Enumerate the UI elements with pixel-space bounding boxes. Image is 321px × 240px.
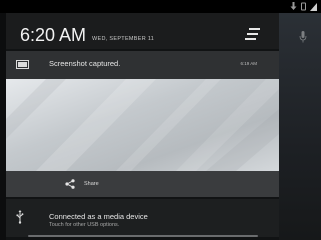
- clock-date: WED, SEPTEMBER 11: [92, 36, 155, 42]
- usb-notification[interactable]: Connected as a media device Touch for ot…: [6, 199, 279, 237]
- home-screen-backdrop: [279, 13, 321, 240]
- share-label: Share: [84, 181, 99, 187]
- notification-time: 6:19 AM: [240, 61, 257, 66]
- quick-settings-icon[interactable]: [245, 27, 261, 41]
- status-icons: [290, 1, 317, 12]
- usb-notification-title: Connected as a media device: [49, 212, 148, 221]
- usb-notification-subtitle: Touch for other USB options.: [49, 222, 120, 228]
- screenshot-preview[interactable]: [6, 79, 279, 171]
- download-icon: [290, 2, 297, 10]
- usb-icon: [16, 210, 24, 224]
- vibrate-icon: [301, 2, 306, 11]
- microphone-icon[interactable]: [299, 31, 307, 43]
- shade-header: 6:20 AM WED, SEPTEMBER 11: [6, 13, 279, 49]
- notification-shade: 6:20 AM WED, SEPTEMBER 11 Screenshot cap…: [6, 13, 279, 240]
- screenshot-notification[interactable]: Screenshot captured. 6:19 AM Share: [6, 51, 279, 197]
- clock-time: 6:20 AM: [20, 25, 87, 45]
- shade-drag-handle[interactable]: [28, 235, 258, 237]
- signal-icon: [310, 3, 317, 11]
- notification-title: Screenshot captured.: [49, 59, 121, 68]
- preview-texture: [6, 79, 279, 171]
- notification-header-row[interactable]: Screenshot captured. 6:19 AM: [6, 51, 279, 79]
- share-icon: [65, 179, 75, 189]
- share-action[interactable]: Share: [6, 171, 279, 197]
- status-bar: [0, 0, 321, 13]
- screenshot-icon: [16, 60, 29, 69]
